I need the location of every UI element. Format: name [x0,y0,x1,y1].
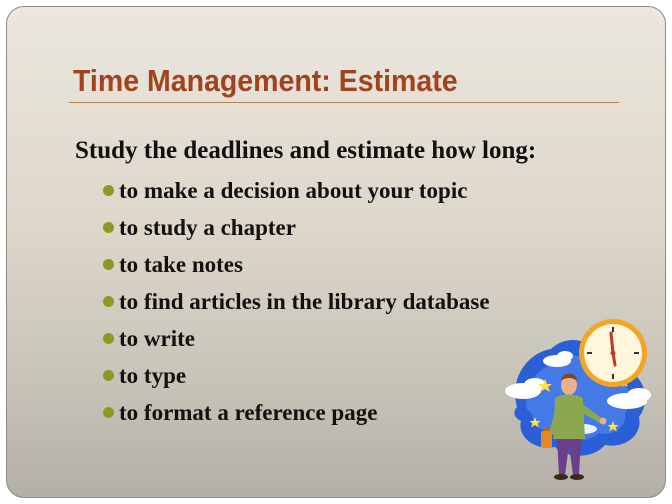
bullet-item: to study a chapter [103,213,490,250]
bullet-text: to write [119,326,195,351]
bullet-item: to format a reference page [103,398,490,435]
slide-title: Time Management: Estimate [73,63,458,98]
bullet-dot-icon [103,185,114,196]
bullet-dot-icon [103,296,114,307]
bullet-text: to take notes [119,252,243,277]
bullet-text: to type [119,363,187,388]
bullet-dot-icon [103,333,114,344]
bullet-dot-icon [103,259,114,270]
bullet-item: to take notes [103,250,490,287]
bullet-dot-icon [103,370,114,381]
bullet-text: to find articles in the library database [119,289,490,314]
bullet-text: to study a chapter [119,215,296,240]
bullet-text: to format a reference page [119,400,378,425]
slide: Time Management: Estimate Study the dead… [6,6,666,498]
bullet-item: to type [103,361,490,398]
title-underline [69,102,619,103]
bullet-dot-icon [103,407,114,418]
lead-text: Study the deadlines and estimate how lon… [75,137,537,164]
bullet-item: to find articles in the library database [103,287,490,324]
bullet-item: to make a decision about your topic [103,176,490,213]
bullet-text: to make a decision about your topic [119,178,468,203]
bullet-item: to write [103,324,490,361]
bullet-list: to make a decision about your topic to s… [103,176,490,435]
bullet-dot-icon [103,222,114,233]
person-looking-at-clock-icon [505,319,651,480]
